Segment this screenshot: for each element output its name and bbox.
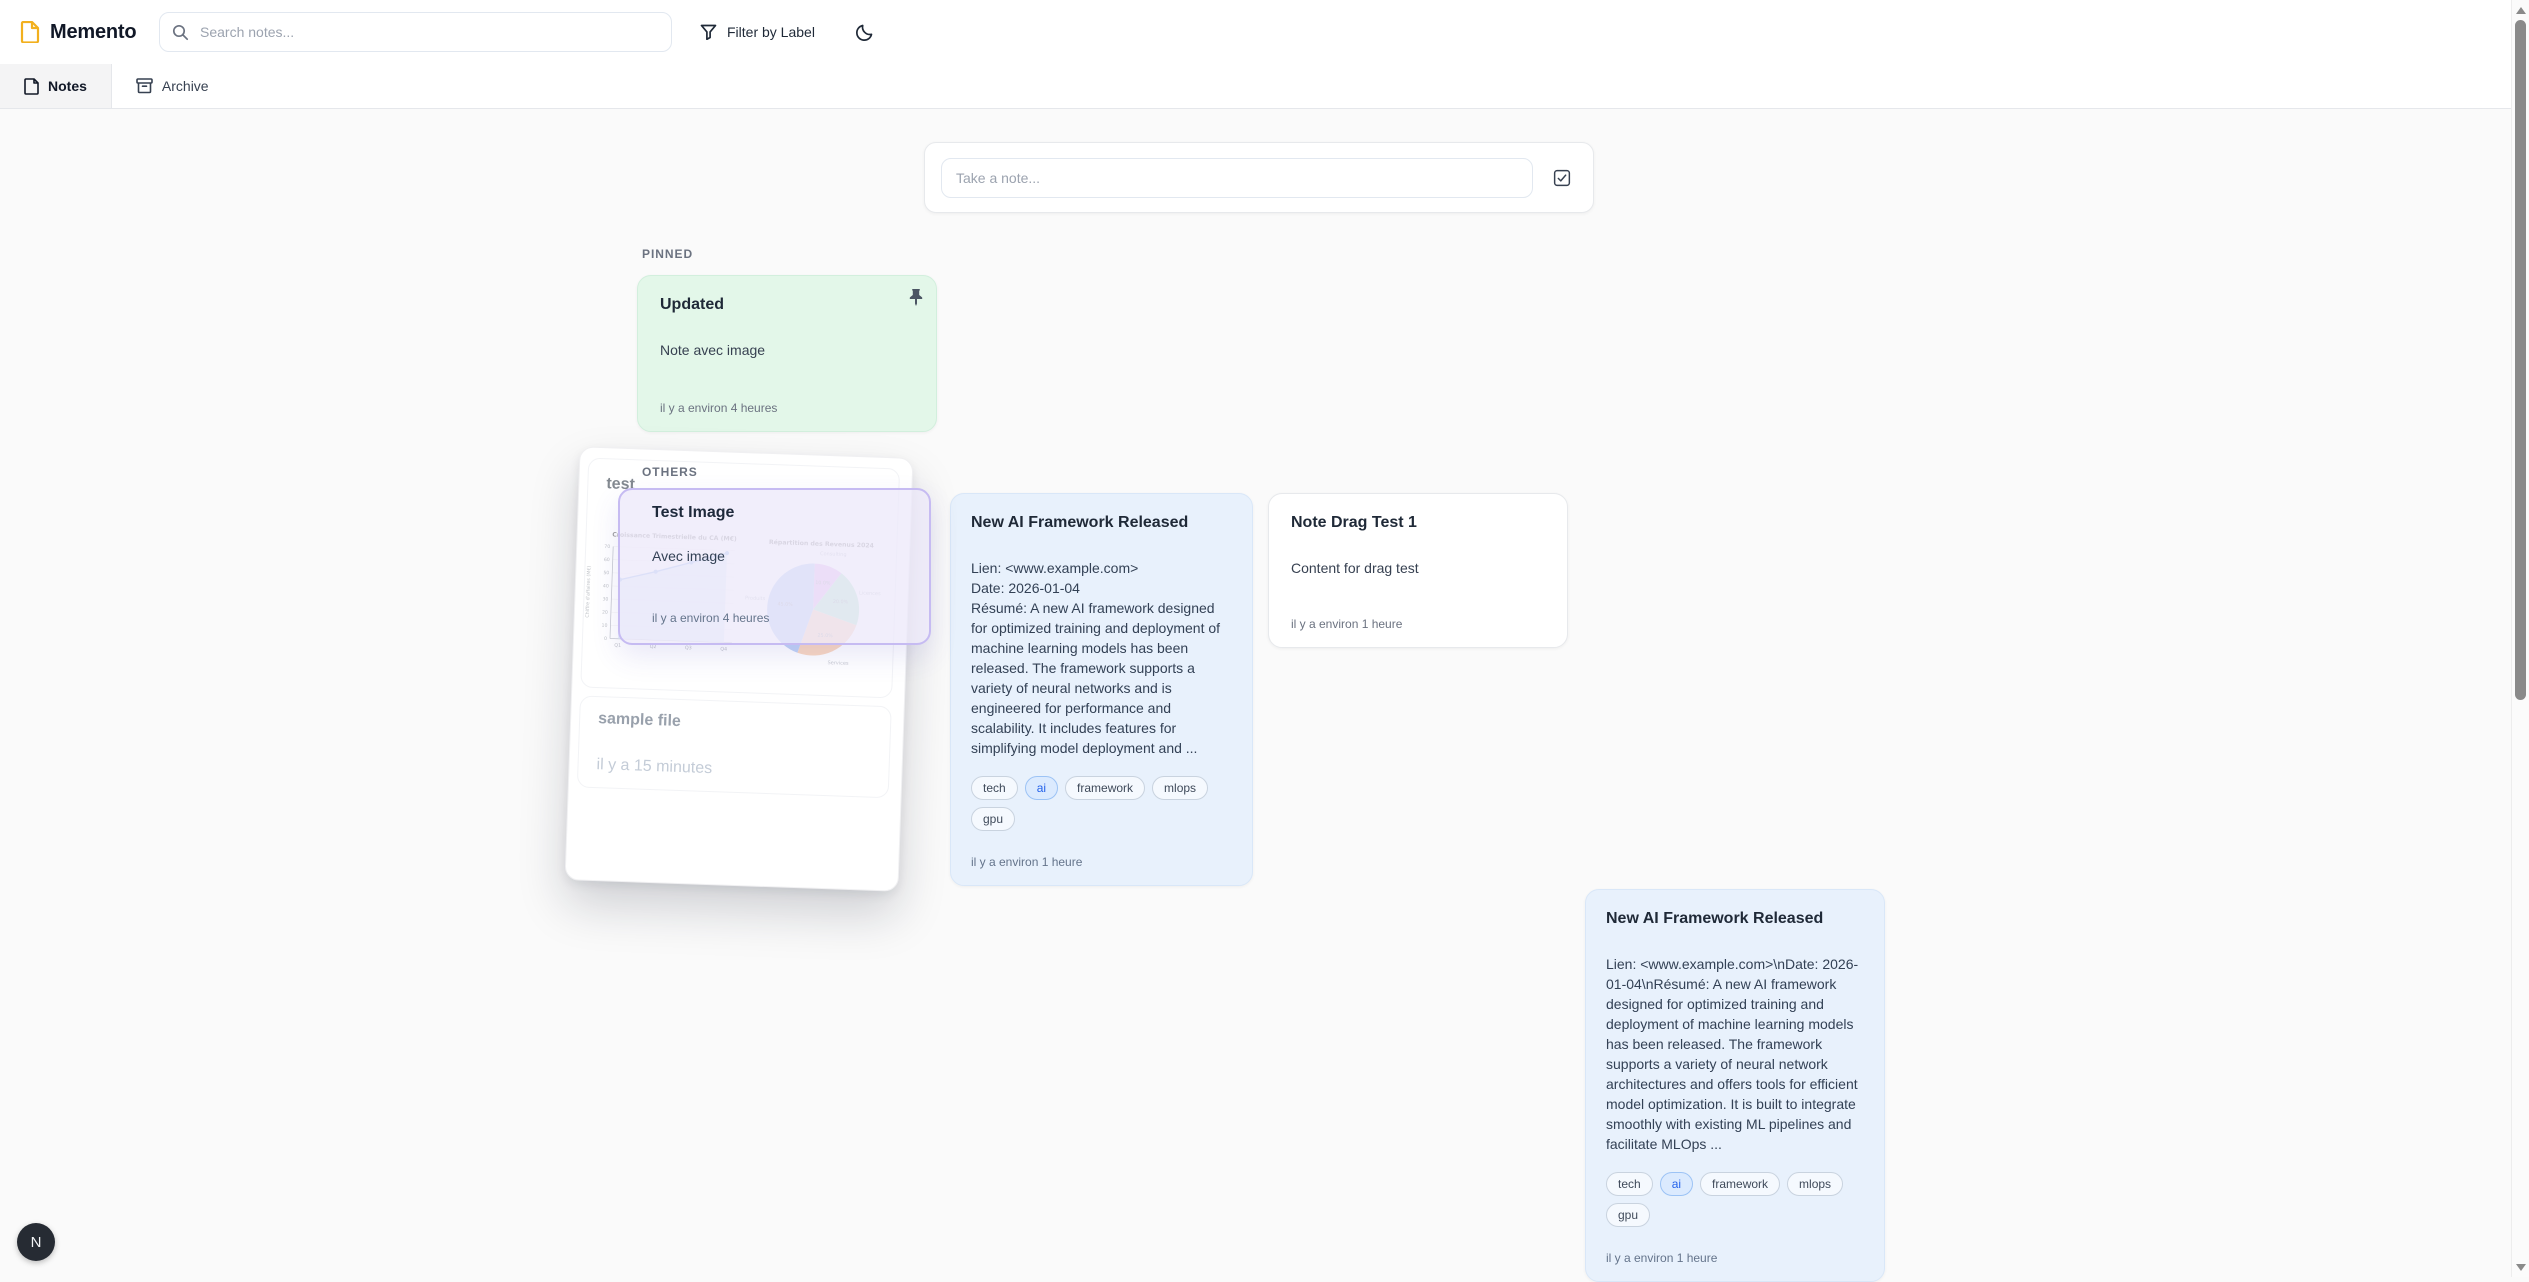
tab-archive-label: Archive [162,78,209,94]
svg-text:60: 60 [604,557,610,563]
note-timestamp: il y a environ 1 heure [1291,617,1545,631]
take-a-note-input[interactable] [941,158,1533,198]
note-body: Lien: <www.example.com> Date: 2026-01-04… [971,558,1232,758]
dark-mode-toggle[interactable] [846,14,882,50]
user-avatar[interactable]: N [17,1223,55,1261]
notes-tab-icon [24,78,39,95]
svg-text:0: 0 [604,636,607,642]
vertical-scrollbar[interactable] [2511,0,2529,1277]
tag-ai[interactable]: ai [1660,1172,1693,1196]
pin-icon[interactable] [908,288,924,306]
note-card-sample-file[interactable]: sample file il y a 15 minutes [577,695,892,798]
drag-ghost-note-test-image[interactable]: Test Image Avec image il y a environ 4 h… [618,488,931,645]
avatar-initial: N [31,1234,42,1251]
app-header: Memento Filter by Label [0,0,2529,65]
pinned-section-label: PINNED [642,247,693,261]
tag-mlops[interactable]: mlops [1152,776,1208,800]
note-title: Note Drag Test 1 [1291,512,1545,534]
svg-text:Q3: Q3 [685,645,692,651]
note-body: Note avec image [660,340,914,360]
note-timestamp: il y a environ 4 heures [660,401,914,415]
note-timestamp: il y a environ 1 heure [1606,1251,1864,1265]
note-body: Lien: <www.example.com>\nDate: 2026-01-0… [1606,954,1864,1154]
note-card-updated[interactable]: Updated Note avec image il y a environ 4… [637,275,937,432]
tag-tech[interactable]: tech [1606,1172,1653,1196]
note-title: sample file [598,710,872,738]
svg-text:50: 50 [603,570,609,576]
search-input[interactable] [198,23,659,41]
note-card-ai-framework[interactable]: New AI Framework Released Lien: <www.exa… [950,493,1253,886]
tag-ai[interactable]: ai [1025,776,1058,800]
note-title: New AI Framework Released [1606,908,1864,930]
archive-tab-icon [136,78,153,94]
note-timestamp: il y a environ 1 heure [971,855,1232,869]
note-card-drag-test[interactable]: Note Drag Test 1 Content for drag test i… [1268,493,1568,648]
note-timestamp: il y a environ 4 heures [652,611,897,629]
note-card-ai-framework-2[interactable]: New AI Framework Released Lien: <www.exa… [1585,889,1885,1282]
app-title: Memento [50,21,136,44]
svg-text:Chiffre d'affaires (M€): Chiffre d'affaires (M€) [585,565,593,617]
memento-logo-icon [20,21,40,43]
tab-notes[interactable]: Notes [0,64,112,108]
search-icon [172,24,189,41]
filter-funnel-icon [700,24,717,40]
note-body: Avec image [652,548,897,564]
add-checklist-button[interactable] [1547,163,1577,193]
tag-gpu[interactable]: gpu [1606,1203,1650,1227]
note-body: Content for drag test [1291,558,1545,578]
tab-notes-label: Notes [48,78,87,94]
svg-text:40: 40 [603,583,609,589]
svg-text:10: 10 [601,623,607,629]
svg-text:20: 20 [602,610,608,616]
svg-text:Services: Services [827,660,849,667]
tag-tech[interactable]: tech [971,776,1018,800]
moon-icon [855,23,874,42]
checkbox-icon [1553,167,1571,189]
scrollbar-thumb[interactable] [2515,20,2526,700]
svg-text:30: 30 [602,596,608,602]
filter-by-label-button[interactable]: Filter by Label [694,14,821,50]
app-logo: Memento [20,21,136,44]
tag-mlops[interactable]: mlops [1787,1172,1843,1196]
note-timestamp: il y a 15 minutes [596,756,870,784]
note-title: Updated [660,294,914,316]
tag-framework[interactable]: framework [1700,1172,1780,1196]
note-composer [924,142,1594,213]
svg-text:Q4: Q4 [720,646,727,652]
tag-row: tech ai framework mlops gpu [971,776,1232,831]
filter-by-label-label: Filter by Label [727,24,815,40]
search-box[interactable] [159,12,672,52]
scroll-up-arrow[interactable] [2512,2,2529,18]
scroll-down-arrow[interactable] [2512,1259,2529,1275]
others-section-label: OTHERS [642,465,698,479]
note-title: New AI Framework Released [971,512,1232,534]
tag-framework[interactable]: framework [1065,776,1145,800]
svg-text:70: 70 [604,544,610,550]
tag-gpu[interactable]: gpu [971,807,1015,831]
tag-row: tech ai framework mlops gpu [1606,1172,1864,1227]
svg-text:Q1: Q1 [614,643,621,649]
tab-bar: Notes Archive [0,64,2529,109]
note-title: Test Image [652,504,897,522]
tab-archive[interactable]: Archive [112,64,233,108]
